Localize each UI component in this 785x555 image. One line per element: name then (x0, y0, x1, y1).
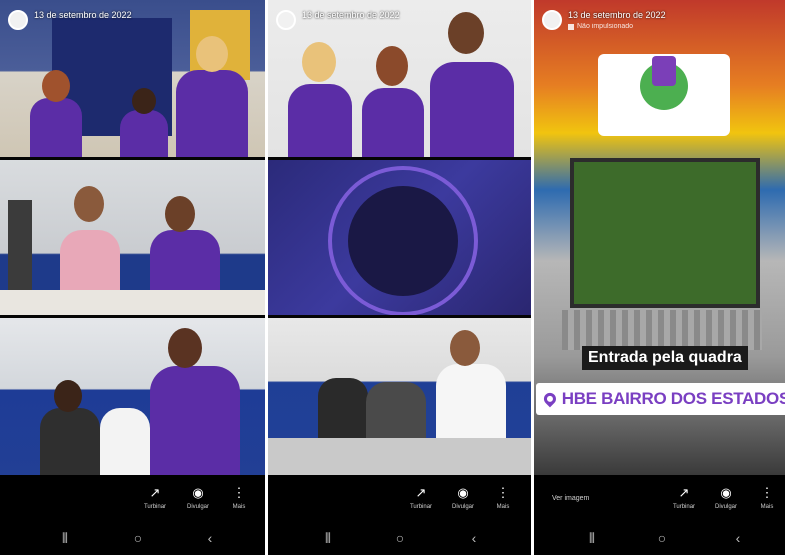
system-nav: ⦀ ○ ‹ (0, 530, 265, 550)
turbinar-label: Turbinar (409, 504, 433, 510)
more-icon: ⋮ (232, 485, 246, 500)
location-pin-icon (541, 390, 559, 408)
more-icon: ⋮ (760, 485, 774, 500)
view-image-link[interactable]: Ver imagem (552, 495, 589, 502)
home-icon[interactable]: ○ (390, 530, 410, 546)
recents-icon[interactable]: ⦀ (55, 530, 75, 547)
system-nav: ⦀ ○ ‹ (534, 530, 785, 550)
divulgar-button[interactable]: ◉ Divulgar (446, 485, 480, 510)
more-button[interactable]: ⋮ Mais (486, 485, 520, 510)
turbinar-label: Turbinar (672, 504, 696, 510)
story-header: 13 de setembro de 2022 (276, 10, 400, 30)
story-date: 13 de setembro de 2022 (34, 10, 132, 20)
divulgar-label: Divulgar (714, 504, 737, 510)
turbinar-button[interactable]: ↗ Turbinar (404, 485, 438, 510)
bottom-bar: Ver imagem ↗ Turbinar ◉ Divulgar ⋮ Mais … (534, 475, 785, 555)
more-label: Mais (232, 504, 246, 510)
photo-classroom-3 (268, 318, 531, 475)
avatar[interactable] (542, 10, 562, 30)
target-icon: ◉ (720, 485, 732, 500)
divulgar-button[interactable]: ◉ Divulgar (181, 485, 215, 510)
avatar[interactable] (276, 10, 296, 30)
back-icon[interactable]: ‹ (464, 530, 484, 546)
turbinar-label: Turbinar (143, 504, 167, 510)
back-icon[interactable]: ‹ (200, 530, 220, 546)
story-date: 13 de setembro de 2022 (302, 10, 400, 20)
system-nav: ⦀ ○ ‹ (268, 530, 531, 550)
divulgar-label: Divulgar (186, 504, 209, 510)
photo-classroom-2 (0, 318, 265, 475)
home-icon[interactable]: ○ (128, 530, 148, 546)
back-icon[interactable]: ‹ (728, 530, 748, 546)
bottom-bar: ↗ Turbinar ◉ Divulgar ⋮ Mais ⦀ ○ ‹ (268, 475, 531, 555)
recents-icon[interactable]: ⦀ (582, 530, 602, 547)
target-icon: ◉ (192, 485, 204, 500)
more-label: Mais (760, 504, 774, 510)
story-header: 13 de setembro de 2022 Não impulsionado (542, 10, 666, 30)
turbinar-button[interactable]: ↗ Turbinar (667, 485, 701, 510)
location-sticker[interactable]: HBE BAIRRO DOS ESTADOS (536, 383, 785, 415)
story-panel-1: 13 de setembro de 2022 ↗ Turbinar ◉ Divu… (0, 0, 265, 555)
trend-icon: ↗ (678, 485, 690, 500)
recents-icon[interactable]: ⦀ (318, 530, 338, 547)
story-panel-3: Entrada pela quadra HBE BAIRRO DOS ESTAD… (534, 0, 785, 555)
more-button[interactable]: ⋮ Mais (222, 485, 256, 510)
story-caption: Entrada pela quadra (582, 346, 748, 370)
turbinar-button[interactable]: ↗ Turbinar (138, 485, 172, 510)
home-icon[interactable]: ○ (652, 530, 672, 546)
location-label: HBE BAIRRO DOS ESTADOS (561, 389, 785, 408)
divulgar-button[interactable]: ◉ Divulgar (709, 485, 743, 510)
photo-classroom-1 (0, 160, 265, 315)
bottom-bar: ↗ Turbinar ◉ Divulgar ⋮ Mais ⦀ ○ ‹ (0, 475, 265, 555)
more-label: Mais (496, 504, 510, 510)
trend-icon: ↗ (149, 485, 161, 500)
more-button[interactable]: ⋮ Mais (750, 485, 784, 510)
story-date: 13 de setembro de 2022 (568, 10, 666, 20)
divulgar-label: Divulgar (451, 504, 474, 510)
boost-status: Não impulsionado (568, 23, 666, 30)
trend-icon: ↗ (415, 485, 427, 500)
avatar[interactable] (8, 10, 28, 30)
photo-banner (268, 160, 531, 315)
boost-status-text: Não impulsionado (577, 23, 634, 30)
story-panel-2: 13 de setembro de 2022 ↗ Turbinar ◉ Divu… (268, 0, 531, 555)
target-icon: ◉ (457, 485, 469, 500)
more-icon: ⋮ (496, 485, 510, 500)
status-square-icon (568, 23, 574, 30)
story-header: 13 de setembro de 2022 (8, 10, 132, 30)
